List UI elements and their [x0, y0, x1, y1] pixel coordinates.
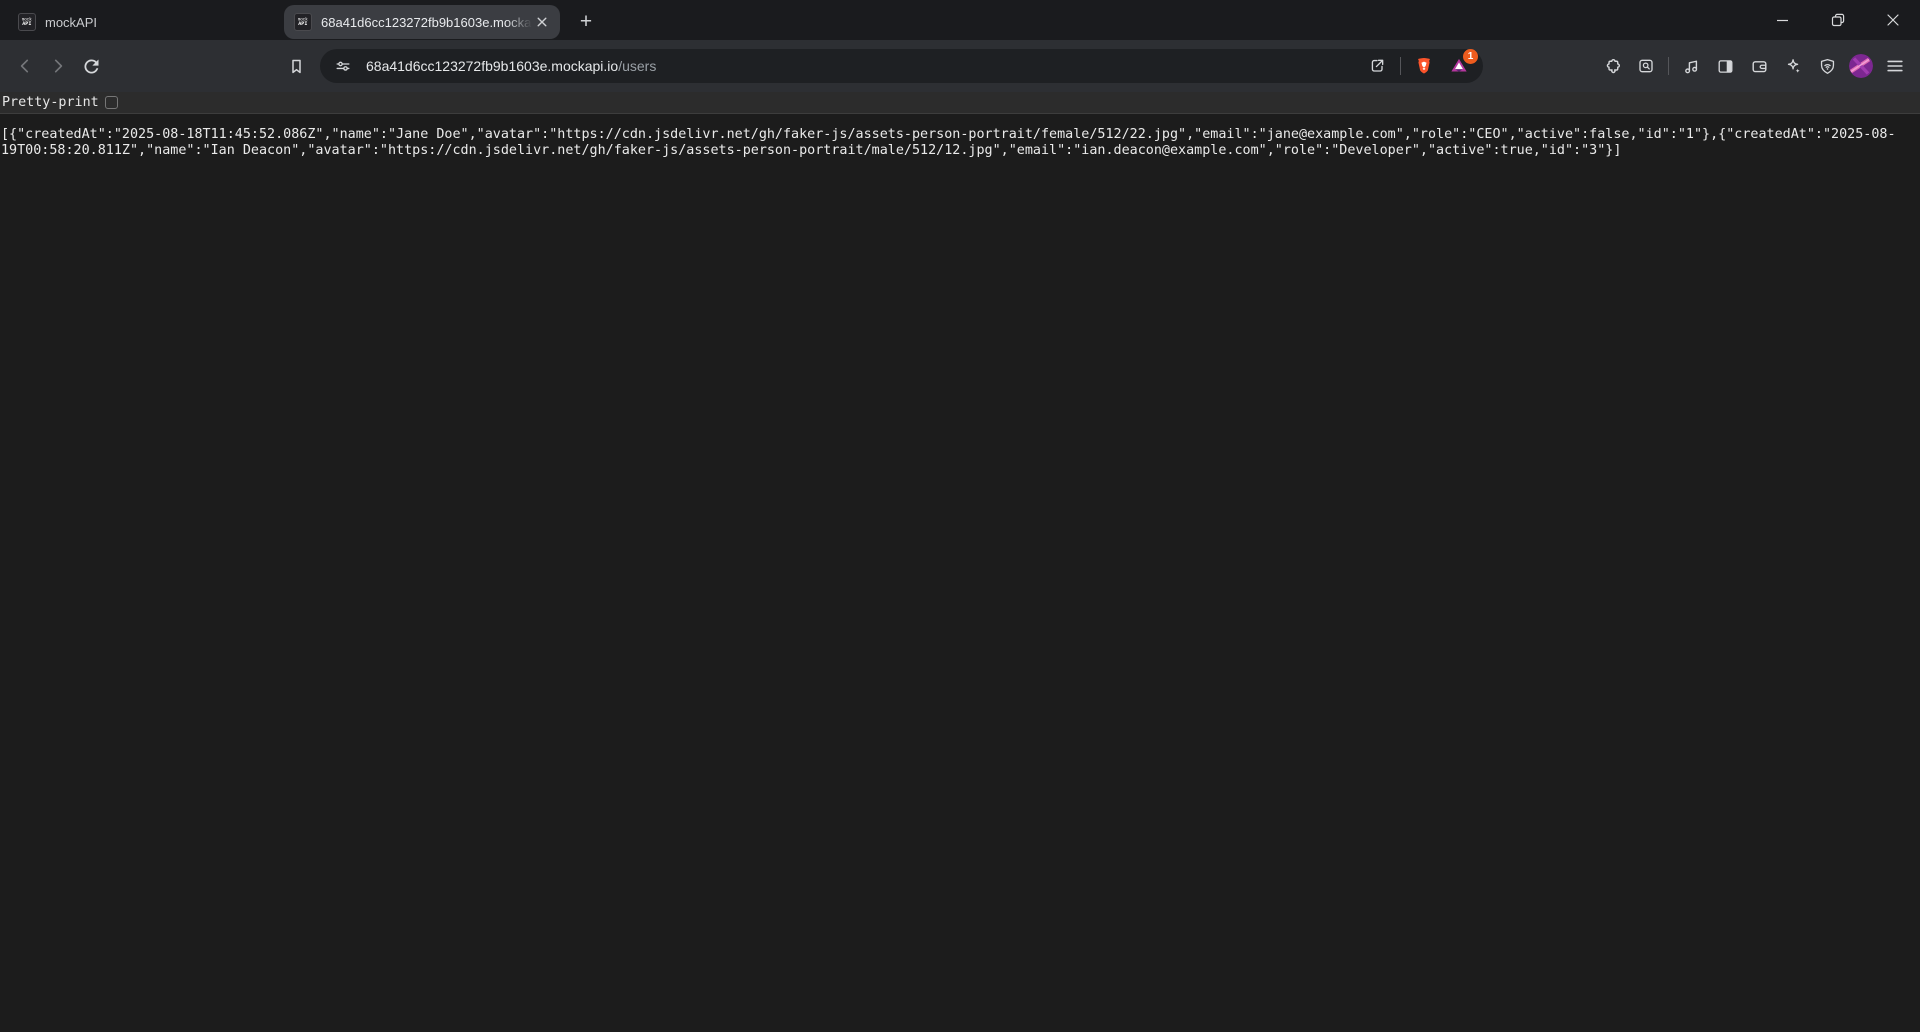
url-host: 68a41d6cc123272fb9b1603e.mockapi.io [366, 58, 619, 74]
browser-toolbar: 68a41d6cc123272fb9b1603e.mockapi.io/user… [0, 40, 1920, 92]
media-controls-button[interactable] [1679, 54, 1703, 78]
divider [1668, 57, 1669, 75]
mockapi-favicon-icon: mock API [18, 13, 36, 31]
pretty-print-label: Pretty-print [2, 95, 99, 110]
navigation-buttons [11, 52, 105, 80]
close-icon [537, 17, 547, 27]
tab-search-icon [1639, 59, 1653, 73]
favicon-text-bottom: API [298, 21, 308, 27]
share-icon [1371, 59, 1384, 72]
tab-title: mockAPI [45, 14, 98, 30]
vpn-shield-icon [1820, 58, 1834, 74]
reload-button[interactable] [77, 52, 105, 80]
tab-close-button[interactable] [532, 12, 552, 32]
close-icon [1886, 14, 1899, 26]
window-controls [1755, 0, 1920, 40]
share-button[interactable] [1365, 54, 1389, 78]
toolbar-extensions-cluster [1600, 54, 1907, 78]
minimize-button[interactable] [1755, 0, 1810, 40]
vpn-button[interactable] [1815, 54, 1839, 78]
extensions-button[interactable] [1600, 54, 1624, 78]
plus-icon: + [579, 9, 593, 33]
json-line-1: [{"createdAt":"2025-08-18T11:45:52.086Z"… [1, 127, 1896, 142]
divider [1400, 57, 1401, 75]
wallet-icon [1752, 60, 1766, 72]
restore-icon [1831, 13, 1844, 27]
tune-icon [336, 61, 350, 71]
favicon-text-bottom: API [22, 21, 32, 27]
address-bar-actions: 1 [1365, 49, 1478, 78]
tab-title: 68a41d6cc123272fb9b1603e.mocka [321, 14, 532, 30]
forward-icon [54, 59, 63, 73]
sidebar-toggle-button[interactable] [1713, 54, 1737, 78]
tab-mockapi[interactable]: mock API mockAPI [8, 5, 280, 39]
pretty-print-bar: Pretty-print [0, 92, 1920, 114]
brave-shields-button[interactable] [1412, 54, 1436, 78]
mockapi-favicon-icon: mock API [294, 13, 312, 31]
json-response-body: [{"createdAt":"2025-08-18T11:45:52.086Z"… [0, 114, 1920, 1032]
pretty-print-checkbox[interactable] [104, 96, 118, 109]
url-text: 68a41d6cc123272fb9b1603e.mockapi.io/user… [366, 58, 656, 74]
menu-icon [1887, 60, 1903, 72]
leo-ai-sparkle-icon [1787, 58, 1800, 73]
address-bar[interactable]: 68a41d6cc123272fb9b1603e.mockapi.io/user… [320, 49, 1483, 83]
leo-ai-button[interactable] [1781, 54, 1805, 78]
extensions-icon [1606, 58, 1620, 73]
rewards-badge: 1 [1463, 49, 1478, 64]
bookmarks-button[interactable] [282, 52, 310, 80]
site-settings-button[interactable] [332, 55, 354, 77]
sidebar-icon [1718, 59, 1732, 73]
brave-rewards-button[interactable]: 1 [1447, 49, 1478, 78]
url-path: /users [618, 58, 657, 74]
browser-window: mock API mockAPI mock API 68a41d6cc12327… [0, 0, 1920, 1032]
reload-icon [83, 58, 98, 73]
close-window-button[interactable] [1865, 0, 1920, 40]
bookmark-icon [291, 59, 301, 73]
tab-search-button[interactable] [1634, 54, 1658, 78]
wallet-button[interactable] [1747, 54, 1771, 78]
back-icon [20, 59, 29, 73]
brave-shield-icon [1418, 58, 1430, 74]
profile-avatar[interactable] [1849, 54, 1873, 78]
media-icon [1684, 60, 1697, 73]
forward-button[interactable] [44, 52, 72, 80]
menu-button[interactable] [1883, 54, 1907, 78]
restore-button[interactable] [1810, 0, 1865, 40]
profile-avatar-icon [1849, 54, 1873, 78]
new-tab-button[interactable]: + [572, 7, 600, 35]
minimize-icon [1777, 19, 1788, 21]
back-button[interactable] [11, 52, 39, 80]
tab-users-endpoint[interactable]: mock API 68a41d6cc123272fb9b1603e.mocka [284, 5, 560, 39]
tab-strip: mock API mockAPI mock API 68a41d6cc12327… [0, 0, 1920, 40]
json-line-2: 19T00:58:20.811Z","name":"Ian Deacon","a… [1, 142, 1622, 158]
